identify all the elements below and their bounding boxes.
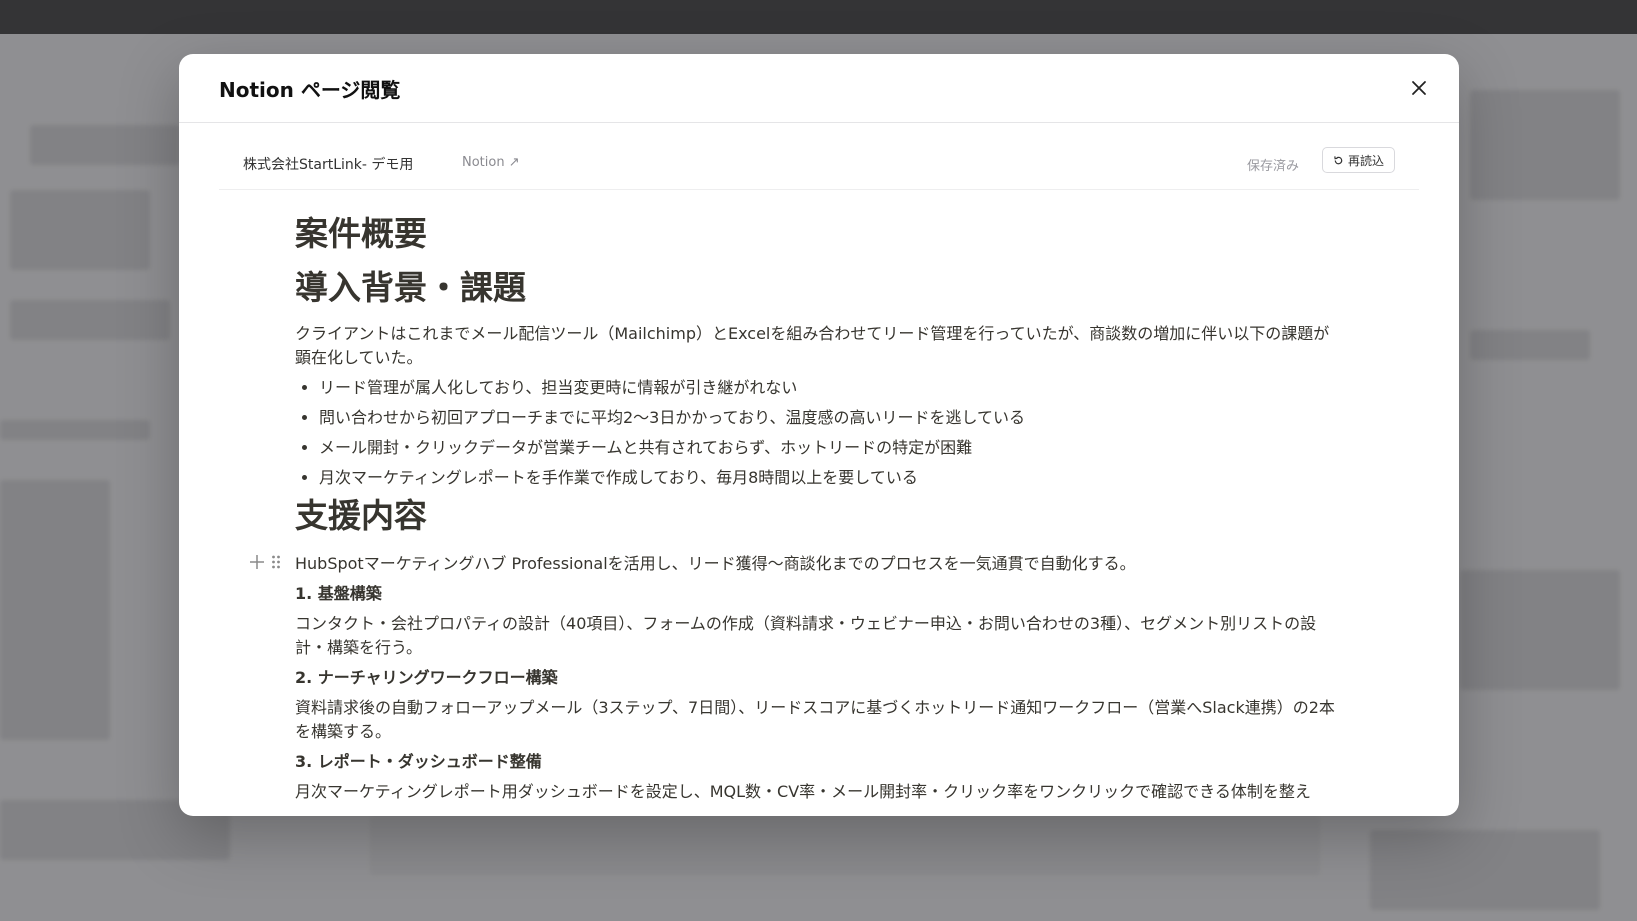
modal-title: Notion ページ閲覧 bbox=[219, 78, 401, 102]
close-icon bbox=[1412, 81, 1426, 95]
support-paragraph[interactable]: HubSpotマーケティングハブ Professionalを活用し、リード獲得〜… bbox=[295, 552, 1345, 576]
section-body[interactable]: コンタクト・会社プロパティの設計（40項目）、フォームの作成（資料請求・ウェビナ… bbox=[295, 612, 1345, 660]
notion-page-modal: Notion ページ閲覧 株式会社StartLink- デモ用 Notion ↗… bbox=[179, 54, 1459, 816]
drag-handle-icon[interactable] bbox=[271, 554, 281, 570]
section-body[interactable]: 月次マーケティングレポート用ダッシュボードを設定し、MQL数・CV率・メール開封… bbox=[295, 780, 1345, 804]
heading-overview[interactable]: 案件概要 bbox=[295, 214, 1345, 254]
add-block-icon[interactable] bbox=[249, 554, 265, 570]
modal-body: 株式会社StartLink- デモ用 Notion ↗ 保存済み 再読込 案件概… bbox=[219, 123, 1419, 816]
reload-button[interactable]: 再読込 bbox=[1321, 147, 1395, 173]
page-name: 株式会社StartLink- デモ用 bbox=[243, 157, 414, 173]
section-body[interactable]: 資料請求後の自動フォローアップメール（3ステップ、7日間）、リードスコアに基づく… bbox=[295, 696, 1345, 744]
list-item[interactable]: メール開封・クリックデータが営業チームと共有されておらず、ホットリードの特定が困… bbox=[319, 436, 1345, 460]
document-content[interactable]: 案件概要 導入背景・課題 クライアントはこれまでメール配信ツール（Mailchi… bbox=[219, 190, 1419, 816]
section-title[interactable]: 1. 基盤構築 bbox=[295, 582, 1345, 606]
close-button[interactable] bbox=[1403, 72, 1435, 104]
list-item[interactable]: 問い合わせから初回アプローチまでに平均2〜3日かかっており、温度感の高いリードを… bbox=[319, 406, 1345, 430]
list-item[interactable]: 月次マーケティングレポートを手作業で作成しており、毎月8時間以上を要している bbox=[319, 466, 1345, 490]
background-paragraph[interactable]: クライアントはこれまでメール配信ツール（Mailchimp）とExcelを組み合… bbox=[295, 322, 1345, 370]
issue-list: リード管理が属人化しており、担当変更時に情報が引き継がれない 問い合わせから初回… bbox=[295, 376, 1345, 490]
list-item[interactable]: リード管理が属人化しており、担当変更時に情報が引き継がれない bbox=[319, 376, 1345, 400]
modal-header: Notion ページ閲覧 bbox=[179, 54, 1459, 123]
section-title[interactable]: 3. レポート・ダッシュボード整備 bbox=[295, 750, 1345, 774]
document-bar: 株式会社StartLink- デモ用 Notion ↗ 保存済み 再読込 bbox=[219, 123, 1419, 190]
saved-status: 保存済み bbox=[1246, 159, 1299, 174]
support-block: HubSpotマーケティングハブ Professionalを活用し、リード獲得〜… bbox=[250, 552, 1345, 576]
heading-background[interactable]: 導入背景・課題 bbox=[295, 268, 1345, 308]
block-handle bbox=[249, 554, 281, 570]
document-blocks: 案件概要 導入背景・課題 クライアントはこれまでメール配信ツール（Mailchi… bbox=[250, 214, 1345, 810]
reload-icon bbox=[1334, 155, 1343, 164]
section-title[interactable]: 2. ナーチャリングワークフロー構築 bbox=[295, 666, 1345, 690]
heading-support[interactable]: 支援内容 bbox=[295, 496, 1345, 536]
reload-label: 再読込 bbox=[1347, 153, 1384, 168]
open-in-notion-link[interactable]: Notion ↗ bbox=[462, 155, 520, 170]
